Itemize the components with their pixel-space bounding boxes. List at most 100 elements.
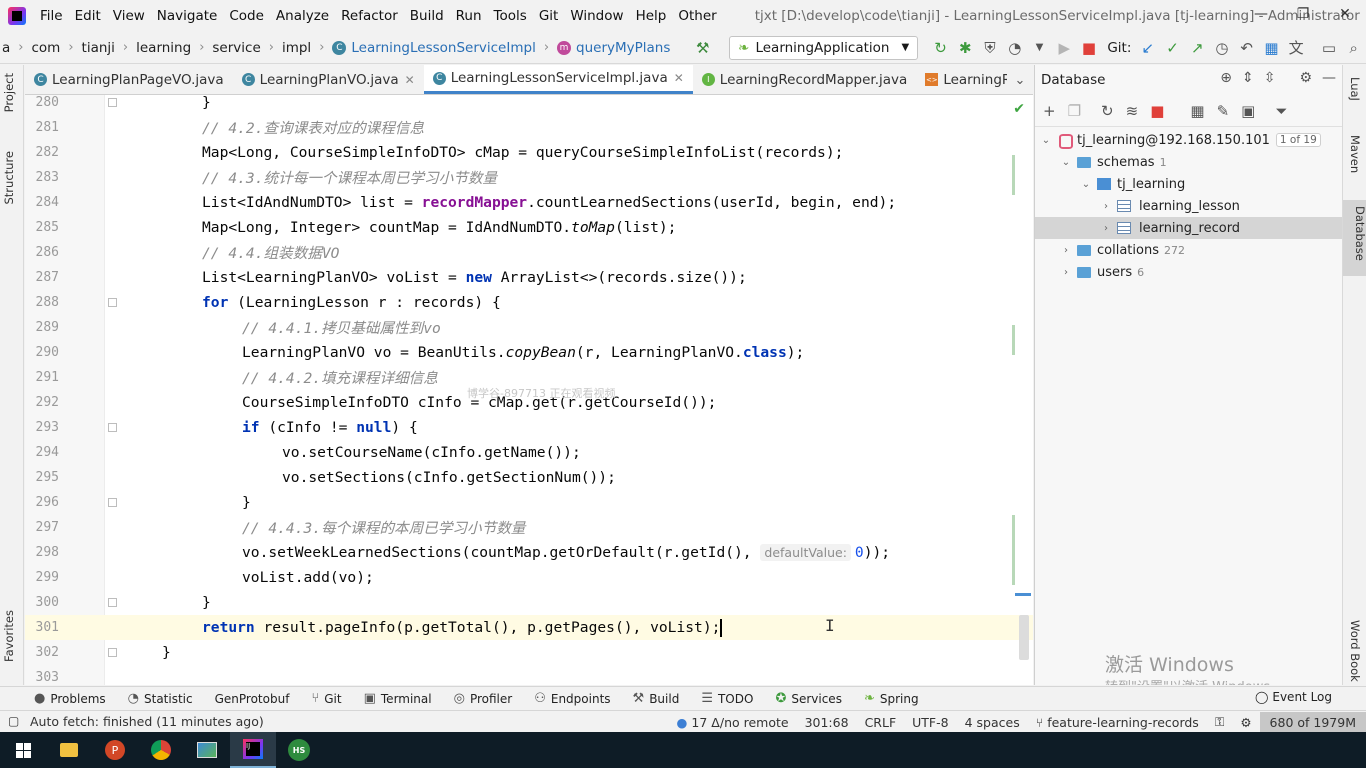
tree-item-table-learning-lesson[interactable]: › learning_lesson xyxy=(1035,195,1342,217)
breadcrumb-a[interactable]: a xyxy=(0,40,12,56)
chrome-icon[interactable] xyxy=(138,732,184,768)
run-more-icon[interactable]: ▼ xyxy=(1027,36,1052,60)
spring-tool-button[interactable]: ❧ Spring xyxy=(864,691,919,706)
git-update-icon[interactable]: ↙ xyxy=(1135,36,1160,60)
profile-icon[interactable]: ◔ xyxy=(1002,36,1027,60)
indent-setting[interactable]: 4 spaces xyxy=(957,715,1028,730)
gear-icon[interactable]: ⚙ xyxy=(1299,70,1312,86)
menu-edit[interactable]: Edit xyxy=(69,8,107,24)
editor-scrollbar[interactable] xyxy=(1011,95,1033,685)
tree-item-users[interactable]: › users 6 xyxy=(1035,261,1342,283)
lock-icon[interactable]: ⚿ xyxy=(1207,714,1233,730)
tab-list-chevron-icon[interactable]: ⌄ xyxy=(1007,65,1033,94)
build-tool-button[interactable]: ⚒ Build xyxy=(633,691,680,706)
chevron-right-icon[interactable]: › xyxy=(1059,245,1073,256)
expand-all-icon[interactable]: ⇕ xyxy=(1242,70,1254,86)
hammer-icon[interactable]: ⚒ xyxy=(690,36,715,60)
table-view-icon[interactable]: ▦ xyxy=(1190,102,1204,120)
menu-file[interactable]: File xyxy=(34,8,69,24)
stop-icon[interactable]: ■ xyxy=(1150,102,1164,120)
tree-item-table-learning-record[interactable]: › learning_record xyxy=(1035,217,1342,239)
fold-marker-icon[interactable] xyxy=(108,98,117,107)
rollback-icon[interactable]: ↶ xyxy=(1234,36,1259,60)
luaj-tool-tab[interactable]: LuaJ xyxy=(1348,77,1362,101)
chevron-down-icon[interactable]: ⌄ xyxy=(1039,135,1053,146)
project-structure-icon[interactable]: ▦ xyxy=(1259,36,1284,60)
copy-icon[interactable]: ❐ xyxy=(1068,102,1081,120)
vcs-status[interactable]: ● 17 Δ/no remote xyxy=(669,715,797,730)
menu-git[interactable]: Git xyxy=(533,8,565,24)
run-configuration-select[interactable]: ❧ LearningApplication ▼ xyxy=(729,35,919,60)
breadcrumb-com[interactable]: com xyxy=(29,40,62,56)
filter-icon[interactable]: ⏷ xyxy=(1275,102,1287,120)
menu-code[interactable]: Code xyxy=(223,8,270,24)
breadcrumb-class[interactable]: C LearningLessonServiceImpl xyxy=(330,40,537,56)
structure-tool-tab[interactable]: Structure xyxy=(2,151,16,205)
profiler-tool-button[interactable]: ◎ Profiler xyxy=(454,691,513,706)
settings-gear-icon[interactable]: ⚙ xyxy=(1232,715,1259,730)
git-tool-button[interactable]: ⑂ Git xyxy=(311,691,341,706)
chevron-down-icon[interactable]: ⌄ xyxy=(1079,179,1093,190)
fold-marker-icon[interactable] xyxy=(108,648,117,657)
menu-refactor[interactable]: Refactor xyxy=(335,8,404,24)
refresh-icon[interactable]: ↻ xyxy=(1101,102,1114,120)
debug-icon[interactable]: ✱ xyxy=(953,36,978,60)
database-tool-tab[interactable]: Database xyxy=(1343,200,1366,276)
run-icon[interactable]: ▶ xyxy=(1052,36,1077,60)
fold-marker-icon[interactable] xyxy=(108,423,117,432)
memory-indicator[interactable]: 680 of 1979M xyxy=(1259,712,1366,732)
status-message[interactable]: Auto fetch: finished (11 minutes ago) xyxy=(30,714,264,729)
tab-learning-record-mapper[interactable]: I LearningRecordMapper.java xyxy=(693,65,917,94)
tab-learning-lesson-service-impl[interactable]: C LearningLessonServiceImpl.java ✕ xyxy=(423,65,693,94)
close-tab-icon[interactable]: ✕ xyxy=(674,71,684,85)
project-tool-tab[interactable]: Project xyxy=(2,73,16,112)
scrollbar-thumb[interactable] xyxy=(1019,615,1029,660)
favorites-tool-tab[interactable]: Favorites xyxy=(2,610,16,662)
fold-marker-icon[interactable] xyxy=(108,498,117,507)
menu-run[interactable]: Run xyxy=(450,8,488,24)
maven-tool-tab[interactable]: Maven xyxy=(1348,135,1362,173)
tree-item-datasource[interactable]: ⌄ tj_learning@192.168.150.101 1 of 19 xyxy=(1035,129,1342,151)
history-icon[interactable]: ◷ xyxy=(1210,36,1235,60)
crosshair-icon[interactable]: ⊕ xyxy=(1220,70,1232,86)
todo-tool-button[interactable]: ☰ TODO xyxy=(701,691,753,706)
coverage-icon[interactable]: ⛨ xyxy=(978,36,1003,60)
fold-marker-icon[interactable] xyxy=(108,298,117,307)
statistic-tool-button[interactable]: ◔ Statistic xyxy=(128,691,193,706)
breadcrumb-tianji[interactable]: tianji xyxy=(80,40,117,56)
close-tab-icon[interactable]: ✕ xyxy=(405,73,415,87)
menu-help[interactable]: Help xyxy=(630,8,673,24)
tab-learning-plan-page-vo[interactable]: C LearningPlanPageVO.java xyxy=(25,65,233,94)
line-separator[interactable]: CRLF xyxy=(857,715,905,730)
chevron-right-icon[interactable]: › xyxy=(1099,223,1113,234)
git-branch[interactable]: ⑂ feature-learning-records xyxy=(1028,715,1207,730)
restore-icon[interactable]: ❐ xyxy=(1282,0,1324,28)
schema-count-badge[interactable]: 1 of 19 xyxy=(1275,133,1321,147)
chevron-down-icon[interactable]: ⌄ xyxy=(1059,157,1073,168)
chevron-right-icon[interactable]: › xyxy=(1099,201,1113,212)
menu-window[interactable]: Window xyxy=(564,8,629,24)
endpoints-tool-button[interactable]: ⚇ Endpoints xyxy=(534,691,610,706)
breadcrumb-learning[interactable]: learning xyxy=(134,40,193,56)
presentation-icon[interactable]: ▭ xyxy=(1317,36,1342,60)
file-encoding[interactable]: UTF-8 xyxy=(904,715,956,730)
menu-other[interactable]: Other xyxy=(672,8,722,24)
word-book-tool-tab[interactable]: Word Book xyxy=(1348,620,1362,682)
hs-app-icon[interactable]: HS xyxy=(276,732,322,768)
menu-view[interactable]: View xyxy=(107,8,151,24)
file-explorer-icon[interactable] xyxy=(46,732,92,768)
schema-properties-icon[interactable]: ≋ xyxy=(1126,102,1139,120)
powerpoint-icon[interactable]: P xyxy=(92,732,138,768)
stop-icon[interactable]: ■ xyxy=(1077,36,1102,60)
caret-position[interactable]: 301:68 xyxy=(797,715,857,730)
query-console-icon[interactable]: ▣ xyxy=(1241,102,1255,120)
git-commit-icon[interactable]: ✓ xyxy=(1160,36,1185,60)
toggle-tool-windows-icon[interactable]: ▢ xyxy=(8,714,19,728)
close-icon[interactable]: ✕ xyxy=(1324,0,1366,28)
minimize-icon[interactable]: — xyxy=(1240,0,1282,28)
fold-marker-icon[interactable] xyxy=(108,598,117,607)
genprotobuf-tool-button[interactable]: GenProtobuf xyxy=(215,692,290,706)
tab-learning-plan-vo[interactable]: C LearningPlanVO.java ✕ xyxy=(233,65,424,94)
collapse-all-icon[interactable]: ⇳ xyxy=(1264,70,1276,86)
breadcrumb-service[interactable]: service xyxy=(210,40,262,56)
